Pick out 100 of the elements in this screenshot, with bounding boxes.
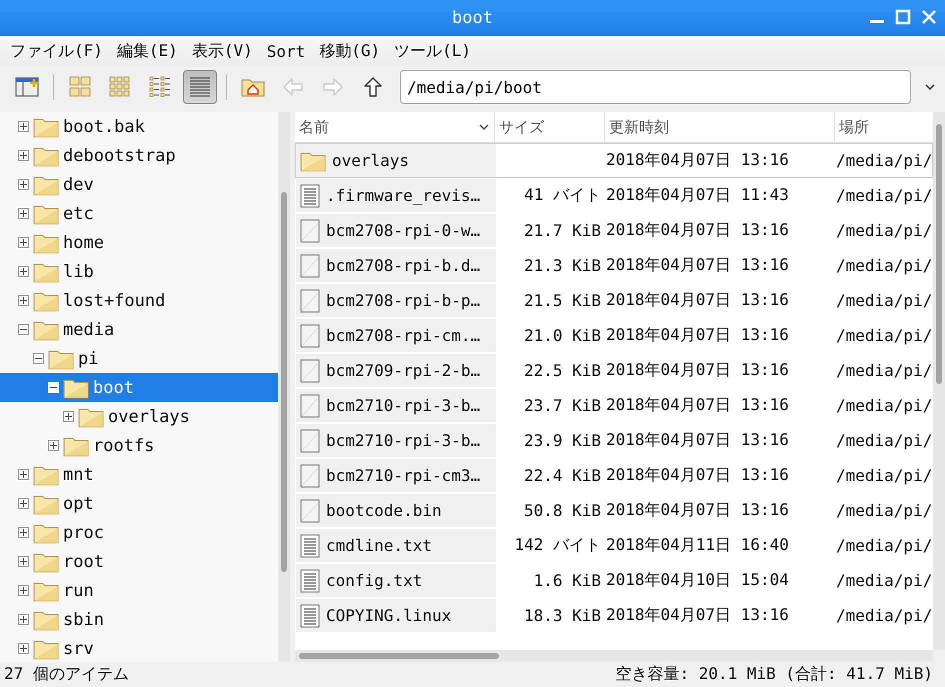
- tree-item[interactable]: etc: [0, 199, 278, 228]
- tree-item[interactable]: lib: [0, 257, 278, 286]
- tree-item[interactable]: proc: [0, 518, 278, 547]
- vertical-scrollbar[interactable]: [933, 112, 945, 650]
- menu-item[interactable]: ファイル(F): [10, 40, 103, 62]
- expand-icon[interactable]: [18, 498, 29, 509]
- expand-icon[interactable]: [18, 208, 29, 219]
- file-location: /media/pi/: [836, 606, 932, 625]
- file-size: 21.0 KiB: [522, 326, 602, 345]
- file-size: 21.7 KiB: [522, 221, 602, 240]
- horizontal-scrollbar[interactable]: [295, 650, 933, 662]
- expand-icon[interactable]: [18, 527, 29, 538]
- file-row[interactable]: bcm2709-rpi-2-b… 22.5 KiB 2018年04月07日 13:16 /media/pi/: [295, 353, 933, 388]
- tree-item[interactable]: lost+found: [0, 286, 278, 315]
- file-row[interactable]: bcm2710-rpi-cm3… 22.4 KiB 2018年04月07日 13:16 /media/pi/: [295, 458, 933, 493]
- menu-item[interactable]: 編集(E): [116, 40, 178, 62]
- menu-item[interactable]: ツール(L): [394, 40, 472, 62]
- tree-item[interactable]: sbin: [0, 605, 278, 634]
- text-file-icon: [300, 568, 320, 592]
- file-row[interactable]: bcm2708-rpi-b-p… 21.5 KiB 2018年04月07日 13:16 /media/pi/: [295, 283, 933, 318]
- tree-item[interactable]: home: [0, 228, 278, 257]
- maximize-icon[interactable]: [895, 9, 911, 25]
- file-row[interactable]: COPYING.linux 18.3 KiB 2018年04月07日 13:16 /media/pi/: [295, 598, 933, 633]
- expand-icon[interactable]: [18, 150, 29, 161]
- tree-item[interactable]: media: [0, 315, 278, 344]
- expand-icon[interactable]: [18, 295, 29, 306]
- file-row[interactable]: bcm2710-rpi-3-b… 23.7 KiB 2018年04月07日 13:16 /media/pi/: [295, 388, 933, 423]
- tree-item[interactable]: boot: [0, 373, 278, 402]
- tree-item[interactable]: root: [0, 547, 278, 576]
- file-icon: [300, 498, 320, 522]
- tree-item[interactable]: srv: [0, 634, 278, 662]
- menu-item[interactable]: 移動(G): [319, 40, 380, 62]
- file-row[interactable]: bcm2708-rpi-b.d… 21.3 KiB 2018年04月07日 13:16 /media/pi/: [295, 248, 933, 283]
- expand-icon[interactable]: [18, 237, 29, 248]
- file-row[interactable]: overlays 2018年04月07日 13:16 /media/pi/: [295, 143, 933, 178]
- tree-item[interactable]: opt: [0, 489, 278, 518]
- file-name: COPYING.linux: [326, 606, 452, 625]
- tree-item[interactable]: overlays: [0, 402, 278, 431]
- expand-icon[interactable]: [18, 266, 29, 277]
- tree-item[interactable]: boot.bak: [0, 112, 278, 141]
- file-row[interactable]: bootcode.bin 50.8 KiB 2018年04月07日 13:16 /media/pi/: [295, 493, 933, 528]
- column-header[interactable]: 名前: [295, 112, 495, 142]
- file-icon: [300, 394, 320, 418]
- path-field[interactable]: /media/pi/boot: [400, 70, 911, 104]
- tree-item[interactable]: run: [0, 576, 278, 605]
- column-header[interactable]: 更新時刻: [605, 112, 835, 142]
- modified-time: 2018年04月07日 13:16: [606, 255, 790, 276]
- column-header[interactable]: サイズ: [495, 112, 605, 142]
- tree-item[interactable]: pi: [0, 344, 278, 373]
- expand-icon[interactable]: [18, 556, 29, 567]
- text-file-icon: [300, 534, 320, 558]
- modified-time: 2018年04月07日 11:43: [606, 185, 790, 206]
- expand-icon[interactable]: [48, 440, 59, 451]
- menu-item[interactable]: 表示(V): [192, 40, 253, 62]
- file-location: /media/pi/: [836, 536, 932, 555]
- modified-time: 2018年04月07日 13:16: [606, 150, 790, 171]
- expand-icon[interactable]: [18, 469, 29, 480]
- file-name: bcm2708-rpi-cm.…: [326, 326, 480, 345]
- file-location: /media/pi/: [836, 431, 932, 450]
- tree-item[interactable]: dev: [0, 170, 278, 199]
- file-size: 23.7 KiB: [522, 396, 602, 415]
- collapse-icon[interactable]: [33, 353, 44, 364]
- file-row[interactable]: .firmware_revis… 41 バイト 2018年04月07日 11:43 /media/pi/: [295, 178, 933, 213]
- tree-item[interactable]: debootstrap: [0, 141, 278, 170]
- home-folder-icon: [241, 77, 265, 97]
- tree-item[interactable]: mnt: [0, 460, 278, 489]
- file-row[interactable]: cmdline.txt 142 バイト 2018年04月11日 16:40 /media/pi/: [295, 528, 933, 563]
- file-name: config.txt: [326, 571, 422, 590]
- list-view-icon: [189, 76, 211, 98]
- text-file-icon: [300, 184, 320, 208]
- expand-icon[interactable]: [18, 121, 29, 132]
- expand-icon[interactable]: [18, 179, 29, 190]
- modified-time: 2018年04月07日 13:16: [606, 220, 790, 241]
- new-tab-icon: [15, 77, 39, 97]
- modified-time: 2018年04月10日 15:04: [606, 570, 790, 591]
- free-space: 空き容量: 20.1 MiB (合計: 41.7 MiB): [615, 664, 933, 685]
- file-size: 23.9 KiB: [522, 431, 602, 450]
- menu-item[interactable]: Sort: [266, 42, 306, 60]
- file-size: 142 バイト: [513, 535, 602, 556]
- file-row[interactable]: config.txt 1.6 KiB 2018年04月10日 15:04 /media/pi/: [295, 563, 933, 598]
- tree-item[interactable]: rootfs: [0, 431, 278, 460]
- file-icon: [300, 324, 320, 348]
- view-mode-button[interactable]: [183, 70, 217, 104]
- file-size: 50.8 KiB: [522, 501, 602, 520]
- file-row[interactable]: bcm2708-rpi-0-w… 21.7 KiB 2018年04月07日 13:16 /media/pi/: [295, 213, 933, 248]
- expand-icon[interactable]: [18, 614, 29, 625]
- expand-icon[interactable]: [18, 643, 29, 654]
- file-row[interactable]: bcm2708-rpi-cm.… 21.0 KiB 2018年04月07日 13:16 /media/pi/: [295, 318, 933, 353]
- close-icon[interactable]: [921, 9, 937, 25]
- vertical-scrollbar[interactable]: [278, 112, 290, 662]
- file-name: bcm2710-rpi-cm3…: [326, 466, 480, 485]
- expand-icon[interactable]: [63, 411, 74, 422]
- expand-icon[interactable]: [18, 585, 29, 596]
- left-arrow-icon: [282, 76, 304, 98]
- up-arrow-icon: [362, 76, 384, 98]
- collapse-icon[interactable]: [18, 324, 29, 335]
- modified-time: 2018年04月07日 13:16: [606, 290, 790, 311]
- grid-view-icon: [149, 76, 171, 98]
- file-row[interactable]: bcm2710-rpi-3-b… 23.9 KiB 2018年04月07日 13:16 /media/pi/: [295, 423, 933, 458]
- modified-time: 2018年04月07日 13:16: [606, 430, 790, 451]
